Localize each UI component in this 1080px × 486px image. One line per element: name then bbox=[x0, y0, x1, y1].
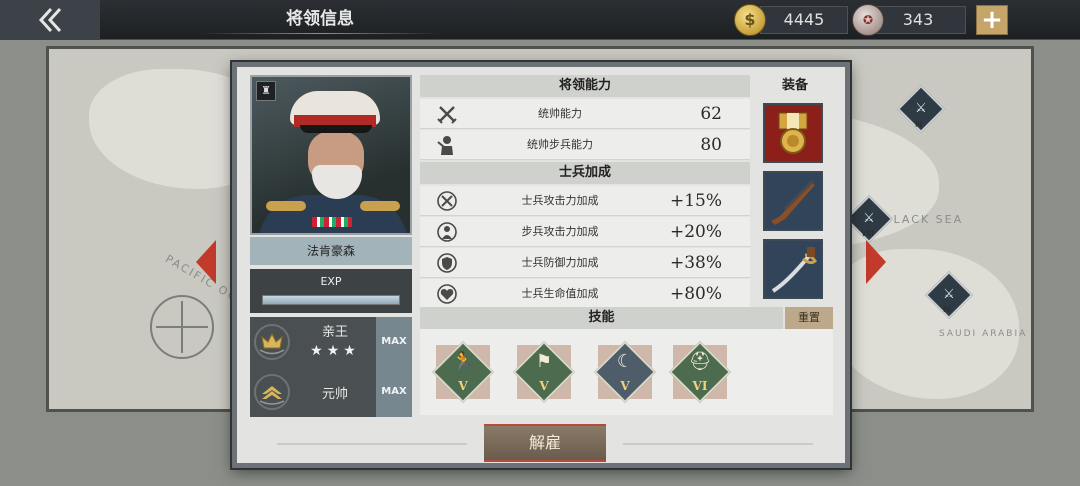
stat-row-soldier-defense: 士兵防御力加成 +38% bbox=[420, 248, 750, 278]
infantry-squad-icon: ⚑ bbox=[535, 351, 553, 372]
sabre-icon bbox=[771, 247, 817, 293]
infantry-soldier-icon bbox=[436, 134, 458, 156]
compass-rose-icon bbox=[150, 295, 214, 359]
stat-label: 统帅步兵能力 bbox=[527, 138, 593, 151]
skills-heading: 技能 bbox=[420, 307, 783, 329]
general-type-icon: ♜ bbox=[256, 81, 276, 101]
medal-coin-icon: ✪ bbox=[852, 4, 884, 36]
skill-slot[interactable]: 🏃 V bbox=[431, 340, 495, 404]
add-currency-button[interactable]: + bbox=[976, 5, 1008, 35]
skill-level: V bbox=[539, 379, 549, 393]
heart-health-icon bbox=[436, 283, 458, 305]
exp-progress-bar bbox=[262, 295, 400, 305]
stat-row-soldier-attack: 士兵攻击力加成 +15% bbox=[420, 186, 750, 216]
helmet-trench-icon: ⛑ bbox=[688, 351, 712, 372]
nobility-max-badge: MAX bbox=[376, 317, 412, 367]
military-rank-name: 元帅 bbox=[321, 387, 348, 402]
skill-slot[interactable]: ☾ V bbox=[593, 340, 657, 404]
stat-label: 士兵生命值加成 bbox=[521, 287, 599, 300]
rank-stars: ★★★ bbox=[310, 343, 360, 359]
exp-label: EXP bbox=[320, 275, 342, 288]
stat-value: +20% bbox=[669, 222, 722, 242]
double-chevron-left-icon bbox=[38, 7, 62, 33]
map-landmass bbox=[829, 249, 1019, 399]
stat-label: 步兵攻击力加成 bbox=[521, 225, 599, 238]
page-title: 将领信息 bbox=[200, 0, 440, 40]
gold-coin-icon: $ bbox=[734, 4, 766, 36]
stat-row-soldier-health: 士兵生命值加成 +80% bbox=[420, 279, 750, 309]
stat-row-infantry-command: 统帅步兵能力 80 bbox=[420, 130, 750, 160]
map-label-saudi-arabia: SAUDI ARABIA bbox=[939, 329, 1028, 339]
infantry-attack-icon bbox=[436, 221, 458, 243]
stat-label: 统帅能力 bbox=[538, 107, 582, 120]
equipment-heading: 装备 bbox=[781, 78, 808, 93]
skill-level: V bbox=[620, 379, 630, 393]
military-max-badge: MAX bbox=[376, 367, 412, 417]
stat-label: 士兵防御力加成 bbox=[521, 256, 599, 269]
cavalry-horn-icon: ☾ bbox=[616, 351, 634, 372]
unit-rank-label: IV bbox=[943, 305, 951, 314]
gold-counter: 4445 bbox=[760, 6, 848, 34]
stat-value: +80% bbox=[669, 284, 722, 304]
general-name: 法肯豪森 bbox=[250, 237, 412, 265]
stat-label: 士兵攻击力加成 bbox=[521, 194, 599, 207]
divider-line bbox=[277, 443, 467, 445]
top-bar: 将领信息 4445 $ 343 ✪ + bbox=[0, 0, 1080, 40]
stat-value: 62 bbox=[700, 104, 722, 124]
map-label-black-sea: BLACK SEA bbox=[884, 213, 964, 226]
equipment-slot-medal[interactable] bbox=[763, 103, 823, 163]
skill-slot[interactable]: ⛑ VI bbox=[668, 340, 732, 404]
stat-value: 80 bbox=[700, 135, 722, 155]
crown-icon bbox=[254, 324, 290, 360]
soldier-bonus-heading: 士兵加成 bbox=[420, 162, 750, 184]
medal-counter: 343 bbox=[870, 6, 966, 34]
previous-general-arrow-icon[interactable] bbox=[196, 240, 216, 284]
medal-icon bbox=[778, 112, 808, 154]
back-button[interactable] bbox=[0, 0, 100, 40]
experience-panel: EXP bbox=[250, 269, 412, 313]
rifle-icon bbox=[771, 179, 815, 225]
divider-line bbox=[623, 443, 813, 445]
exp-progress-fill bbox=[263, 296, 399, 304]
next-general-arrow-icon[interactable] bbox=[866, 240, 886, 284]
skill-level: VI bbox=[692, 379, 708, 393]
stat-value: +15% bbox=[669, 191, 722, 211]
charging-soldier-icon: 🏃 bbox=[451, 351, 475, 372]
skill-level: V bbox=[458, 379, 468, 393]
stat-value: +38% bbox=[669, 253, 722, 273]
dismiss-general-button[interactable]: 解雇 bbox=[484, 424, 606, 462]
stat-row-command: 统帅能力 62 bbox=[420, 99, 750, 129]
crossed-swords-icon bbox=[436, 103, 458, 125]
stat-row-infantry-attack: 步兵攻击力加成 +20% bbox=[420, 217, 750, 247]
abilities-heading: 将领能力 bbox=[420, 75, 750, 97]
general-info-dialog: ♜ 法肯豪森 EXP 亲王 ★★★ MAX 元帅 MAX 将领能力 统帅能力 6… bbox=[232, 62, 850, 468]
nobility-rank-row: 亲王 ★★★ MAX bbox=[250, 317, 412, 367]
nobility-rank-name: 亲王 bbox=[321, 325, 348, 340]
reset-skills-button[interactable]: 重置 bbox=[785, 307, 833, 329]
military-rank-row: 元帅 MAX bbox=[250, 367, 412, 417]
attack-swords-icon bbox=[436, 190, 458, 212]
shield-defense-icon bbox=[436, 252, 458, 274]
general-portrait: ♜ bbox=[250, 75, 412, 235]
unit-rank-label: III bbox=[915, 120, 923, 129]
marshal-insignia-icon bbox=[254, 374, 290, 410]
skill-slot[interactable]: ⚑ V bbox=[512, 340, 576, 404]
equipment-slot-sabre[interactable] bbox=[763, 239, 823, 299]
unit-rank-label: VIII bbox=[861, 229, 874, 238]
equipment-slot-rifle[interactable] bbox=[763, 171, 823, 231]
